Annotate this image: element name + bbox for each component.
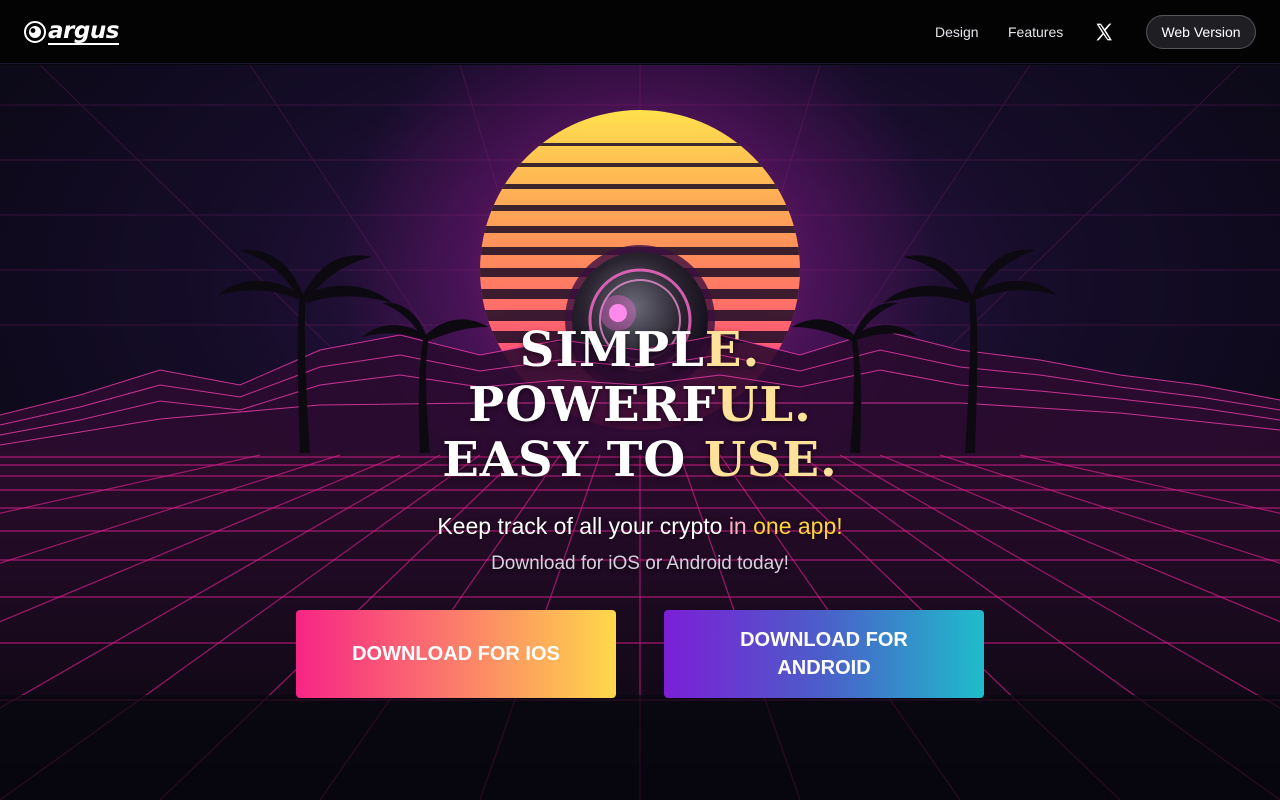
- download-android-button[interactable]: DOWNLOAD FOR ANDROID: [664, 610, 984, 698]
- tagline-text: Keep track of all your crypto: [437, 513, 729, 539]
- top-navigation-bar: argus Design Features Web Version: [0, 0, 1280, 64]
- download-ios-button[interactable]: DOWNLOAD FOR IOS: [296, 610, 616, 698]
- argus-logo[interactable]: argus: [24, 19, 119, 45]
- nav-link-features[interactable]: Features: [1008, 23, 1063, 41]
- headline-line-3-accent: USE.: [703, 432, 838, 488]
- headline-line-3: EASY TO USE.: [0, 433, 1280, 488]
- headline-line-1: SIMPLE.: [0, 323, 1280, 378]
- web-version-button[interactable]: Web Version: [1146, 15, 1256, 49]
- argus-eye-icon: [24, 21, 46, 43]
- x-logo-icon[interactable]: [1094, 22, 1114, 42]
- nav-link-design[interactable]: Design: [935, 23, 979, 41]
- hero-headline: SIMPLE. POWERFUL. EASY TO USE.: [0, 323, 1280, 488]
- hero-tagline: Keep track of all your crypto in one app…: [0, 513, 1280, 540]
- tagline-accent: one app!: [753, 513, 843, 539]
- headline-line-3-text: EASY TO: [442, 432, 704, 488]
- headline-line-1-accent: E.: [704, 322, 761, 378]
- hero-subtagline: Download for iOS or Android today!: [491, 553, 789, 574]
- headline-line-2: POWERFUL.: [0, 378, 1280, 433]
- hero-section: SIMPLE. POWERFUL. EASY TO USE. Keep trac…: [0, 65, 1280, 800]
- headline-line-2-accent: UL.: [716, 377, 812, 433]
- logo-wordmark: argus: [48, 17, 119, 45]
- headline-line-2-text: POWERF: [468, 377, 717, 433]
- headline-line-1-text: SIMPL: [519, 322, 705, 378]
- tagline-in: in: [728, 513, 754, 539]
